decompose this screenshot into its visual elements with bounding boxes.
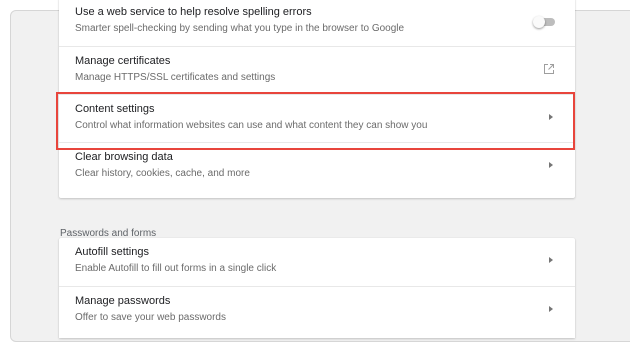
row-subtitle: Manage HTTPS/SSL certificates and settin…: [75, 72, 276, 83]
content-settings-row[interactable]: Content settings Control what informatio…: [59, 94, 575, 142]
manage-passwords-row[interactable]: Manage passwords Offer to save your web …: [59, 286, 575, 334]
arrow-right-icon: [549, 306, 553, 312]
arrow-right-icon: [549, 257, 553, 263]
row-subtitle: Offer to save your web passwords: [75, 312, 226, 323]
clear-browsing-data-row[interactable]: Clear browsing data Clear history, cooki…: [59, 142, 575, 190]
toggle-knob: [533, 16, 545, 28]
row-subtitle: Control what information websites can us…: [75, 120, 428, 131]
autofill-settings-row[interactable]: Autofill settings Enable Autofill to fil…: [59, 238, 575, 286]
open-in-new-icon[interactable]: [543, 63, 555, 75]
row-subtitle: Enable Autofill to fill out forms in a s…: [75, 263, 277, 274]
row-title: Clear browsing data: [75, 151, 173, 163]
advanced-settings-card: Use a web service to help resolve spelli…: [59, 0, 575, 198]
row-title: Manage certificates: [75, 55, 171, 67]
row-subtitle: Clear history, cookies, cache, and more: [75, 168, 250, 179]
arrow-right-icon: [549, 114, 553, 120]
row-subtitle: Smarter spell-checking by sending what y…: [75, 23, 405, 34]
spelling-service-toggle[interactable]: [533, 16, 555, 28]
row-title: Autofill settings: [75, 246, 149, 258]
row-title: Content settings: [75, 103, 155, 115]
passwords-forms-card: Autofill settings Enable Autofill to fil…: [59, 238, 575, 338]
spelling-service-row[interactable]: Use a web service to help resolve spelli…: [59, 0, 575, 46]
row-title: Manage passwords: [75, 295, 171, 307]
manage-certificates-row[interactable]: Manage certificates Manage HTTPS/SSL cer…: [59, 46, 575, 94]
row-title: Use a web service to help resolve spelli…: [75, 6, 312, 18]
arrow-right-icon: [549, 162, 553, 168]
